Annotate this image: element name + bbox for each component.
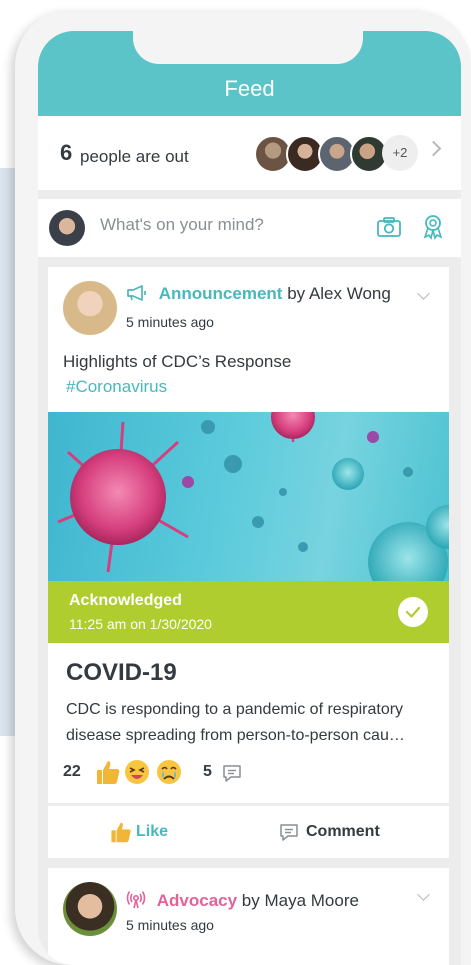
compose-input[interactable] bbox=[100, 215, 360, 235]
chevron-down-icon[interactable] bbox=[417, 888, 430, 901]
broadcast-icon bbox=[126, 891, 146, 909]
like-label: Like bbox=[136, 823, 169, 840]
comment-label: Comment bbox=[306, 823, 380, 840]
thumbs-up-icon bbox=[111, 822, 131, 843]
post-type-label[interactable]: Advocacy bbox=[157, 891, 237, 910]
people-out-count: 6 bbox=[60, 140, 73, 165]
acknowledged-banner: Acknowledged 11:25 am on 1/30/2020 bbox=[48, 581, 449, 643]
comment-button[interactable]: Comment bbox=[278, 816, 380, 848]
avatar bbox=[63, 281, 117, 335]
comment-icon bbox=[223, 765, 241, 782]
crying-emoji-icon bbox=[157, 760, 181, 784]
acknowledged-label: Acknowledged bbox=[69, 592, 182, 609]
advocacy-post: Advocacy by Maya Moore 5 minutes ago bbox=[48, 868, 449, 965]
post-header: Announcement by Alex Wong bbox=[126, 284, 391, 304]
announcement-post: Announcement by Alex Wong 5 minutes ago … bbox=[48, 267, 449, 803]
laughing-emoji-icon bbox=[125, 760, 149, 784]
post-author: by Alex Wong bbox=[287, 284, 391, 303]
post-timestamp: 5 minutes ago bbox=[126, 314, 214, 330]
camera-icon[interactable] bbox=[376, 216, 402, 238]
post-text: Highlights of CDC’s Response bbox=[63, 352, 292, 371]
comment-icon bbox=[280, 824, 298, 841]
post-image bbox=[48, 412, 449, 581]
post-header: Advocacy by Maya Moore bbox=[126, 889, 359, 911]
like-button[interactable]: Like bbox=[108, 816, 168, 848]
people-out-card[interactable]: 6 people are out +2 bbox=[38, 116, 461, 190]
comment-count: 5 bbox=[203, 763, 212, 780]
post-author: by Maya Moore bbox=[241, 891, 359, 910]
chevron-right-icon bbox=[425, 140, 442, 157]
post-timestamp: 5 minutes ago bbox=[126, 917, 214, 933]
acknowledged-time: 11:25 am on 1/30/2020 bbox=[69, 616, 212, 632]
post-actions-bar: Like Comment bbox=[48, 806, 449, 858]
megaphone-icon bbox=[127, 285, 146, 301]
post-description: CDC is responding to a pandemic of respi… bbox=[66, 701, 405, 744]
post-type-label[interactable]: Announcement bbox=[159, 284, 283, 303]
page-title: Feed bbox=[224, 76, 275, 101]
more-people-badge: +2 bbox=[382, 135, 418, 171]
avatar bbox=[49, 210, 85, 246]
compose-card bbox=[38, 199, 461, 257]
thumbs-up-icon bbox=[97, 761, 120, 784]
hashtag-link[interactable]: #Coronavirus bbox=[66, 377, 167, 397]
app-screen: Feed 6 people are out +2 What's on your … bbox=[38, 31, 461, 965]
check-icon bbox=[398, 597, 428, 627]
post-title: COVID-19 bbox=[66, 659, 177, 686]
chevron-down-icon[interactable] bbox=[417, 287, 430, 300]
virus-illustration bbox=[57, 412, 449, 581]
award-icon[interactable] bbox=[421, 214, 445, 240]
feed-header: Feed bbox=[38, 31, 461, 116]
avatar bbox=[63, 882, 117, 936]
reaction-count: 22 bbox=[63, 763, 81, 780]
phone-notch bbox=[133, 31, 363, 64]
people-out-label: people are out bbox=[80, 147, 189, 166]
